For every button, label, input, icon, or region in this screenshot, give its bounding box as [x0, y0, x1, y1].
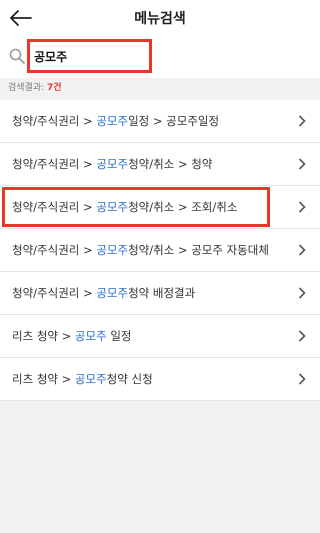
- list-item-label: 리츠 청약 > 공모주 일정: [12, 329, 132, 343]
- search-input[interactable]: [30, 42, 149, 70]
- result-label: 검색결과:: [8, 83, 45, 93]
- list-item-label: 청약/주식권리 > 공모주청약/취소 > 공모주 자동대체: [12, 243, 269, 257]
- result-count: 7건: [47, 83, 62, 93]
- list-item[interactable]: 청약/주식권리 > 공모주청약/취소 > 공모주 자동대체: [0, 229, 320, 272]
- list-item[interactable]: 청약/주식권리 > 공모주청약 배정결과: [0, 272, 320, 315]
- list-item-label: 청약/주식권리 > 공모주청약/취소 > 조회/취소: [12, 200, 238, 214]
- search-bar: [0, 36, 320, 78]
- page-title: 메뉴검색: [134, 11, 186, 27]
- search-input-box: [27, 39, 152, 73]
- list-item[interactable]: 리츠 청약 > 공모주청약 신청: [0, 358, 320, 401]
- chevron-right-icon: [298, 201, 306, 213]
- list-item[interactable]: 청약/주식권리 > 공모주청약/취소 > 청약: [0, 143, 320, 186]
- chevron-right-icon: [298, 158, 306, 170]
- list-item-label: 청약/주식권리 > 공모주일정 > 공모주일정: [12, 114, 220, 128]
- chevron-right-icon: [298, 115, 306, 127]
- list-item-label: 리츠 청약 > 공모주청약 신청: [12, 372, 153, 386]
- chevron-right-icon: [298, 330, 306, 342]
- chevron-right-icon: [298, 244, 306, 256]
- result-summary: 검색결과: 7건: [0, 78, 320, 98]
- list-item[interactable]: 청약/주식권리 > 공모주청약/취소 > 조회/취소: [0, 186, 320, 229]
- list-item[interactable]: 청약/주식권리 > 공모주일정 > 공모주일정: [0, 100, 320, 143]
- list-item[interactable]: 리츠 청약 > 공모주 일정: [0, 315, 320, 358]
- chevron-right-icon: [298, 373, 306, 385]
- list-item-label: 청약/주식권리 > 공모주청약 배정결과: [12, 286, 196, 300]
- result-list: 청약/주식권리 > 공모주일정 > 공모주일정 청약/주식권리 > 공모주청약/…: [0, 100, 320, 401]
- list-item-label: 청약/주식권리 > 공모주청약/취소 > 청약: [12, 157, 213, 171]
- chevron-right-icon: [298, 287, 306, 299]
- app-header: 메뉴검색: [0, 0, 320, 36]
- search-icon: [9, 48, 25, 64]
